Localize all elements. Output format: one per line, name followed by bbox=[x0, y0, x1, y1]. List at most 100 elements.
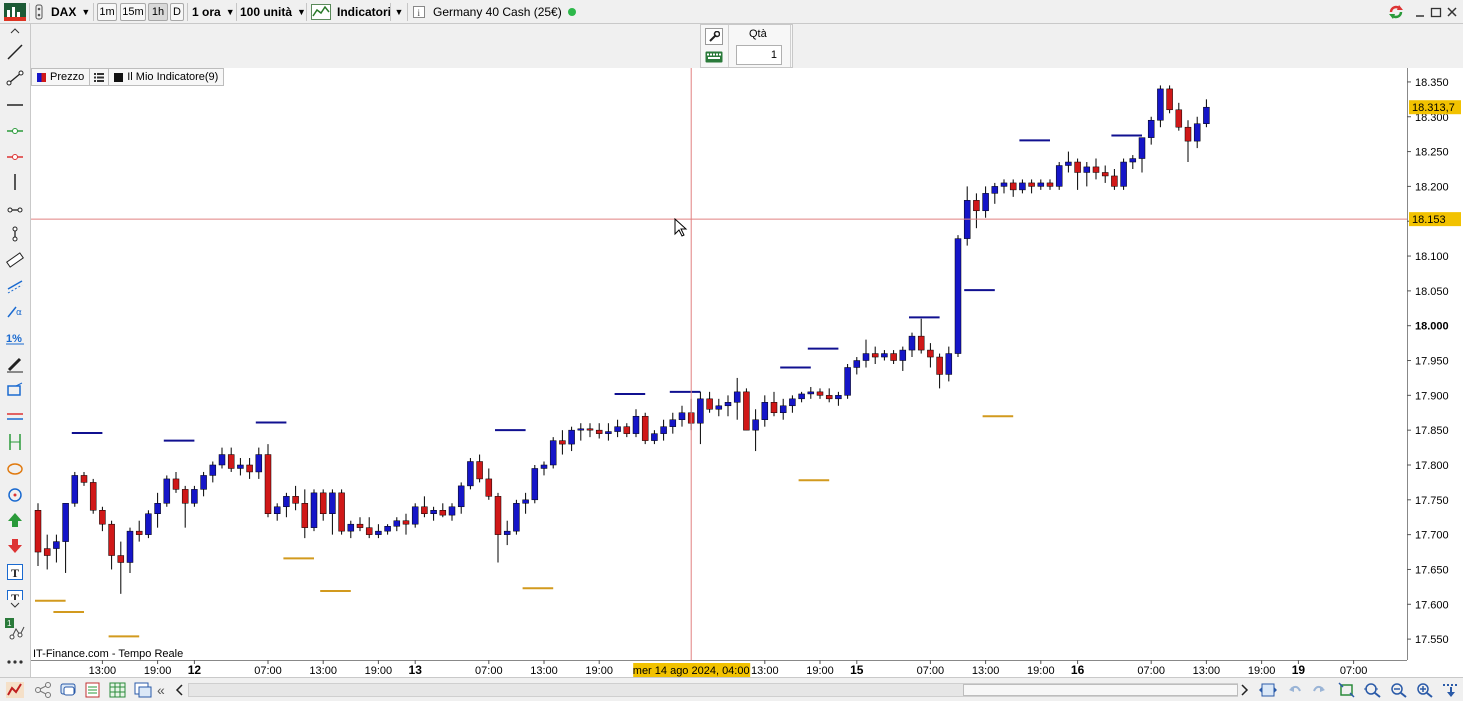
undo-icon[interactable] bbox=[1287, 682, 1303, 698]
units-select[interactable]: 100 unità ▼ bbox=[240, 3, 306, 21]
ellipse-tool-icon[interactable] bbox=[4, 458, 26, 478]
fit-chart-icon[interactable] bbox=[1338, 682, 1355, 698]
scroll-right-icon[interactable] bbox=[1238, 682, 1254, 698]
x-tick-label: 13:00 bbox=[1193, 665, 1221, 677]
ruler-tool-icon[interactable] bbox=[4, 250, 26, 270]
horizontal-scrollbar[interactable] bbox=[188, 683, 1238, 697]
line-chart-type-icon[interactable] bbox=[6, 682, 24, 698]
vertical-line-tool-icon[interactable] bbox=[4, 172, 26, 192]
candle-body bbox=[835, 395, 842, 400]
y-tick-label: 18.250 bbox=[1415, 147, 1449, 159]
timeframe-1h-button[interactable]: 1h bbox=[148, 3, 168, 21]
candle-body bbox=[1055, 165, 1063, 187]
chart-svg[interactable]: 17.550 17.600 17.650 17.700 17.750 17.800 17.8… bbox=[31, 68, 1463, 677]
arrow-up-tool-icon[interactable] bbox=[4, 510, 26, 530]
scroll-up-icon[interactable] bbox=[4, 26, 26, 36]
trendline-tool-icon[interactable] bbox=[4, 42, 26, 62]
indicators-icon bbox=[311, 4, 331, 20]
minimize-icon[interactable] bbox=[1412, 3, 1428, 21]
chat-icon[interactable] bbox=[60, 682, 76, 698]
date-range-tool-icon[interactable] bbox=[4, 432, 26, 452]
candle-body bbox=[62, 503, 69, 542]
bearish-candle bbox=[117, 541, 125, 594]
horizontal-line-tool-icon[interactable] bbox=[4, 94, 26, 114]
instrument-info[interactable]: i Germany 40 Cash (25€) bbox=[413, 3, 576, 21]
table-icon[interactable] bbox=[109, 682, 126, 698]
interval-select[interactable]: 1 ora ▼ bbox=[192, 3, 235, 21]
wrench-icon[interactable] bbox=[705, 28, 723, 45]
candle-body bbox=[347, 523, 355, 532]
price-range-tool-icon[interactable] bbox=[4, 406, 26, 426]
watchlist-icon[interactable] bbox=[33, 3, 45, 21]
calendar-range-icon[interactable] bbox=[1258, 682, 1277, 698]
candle-body bbox=[218, 454, 226, 466]
percent-tool-icon[interactable]: 1% bbox=[4, 328, 26, 348]
arrow-down-tool-icon[interactable] bbox=[4, 536, 26, 556]
timeframe-1m-button[interactable]: 1m bbox=[97, 3, 117, 21]
price-chart[interactable]: 17.550 17.600 17.650 17.700 17.750 17.800 17.8… bbox=[31, 68, 1463, 677]
vertical-segment-tool-icon[interactable] bbox=[4, 224, 26, 244]
ray-tool-icon[interactable] bbox=[4, 198, 26, 218]
last-price-badge: 18.313,7 bbox=[1412, 102, 1455, 114]
scrollbar-thumb[interactable] bbox=[963, 684, 1238, 696]
symbol-selector[interactable]: DAX ▼ bbox=[51, 3, 90, 21]
fibonacci-tool-icon[interactable]: α bbox=[4, 302, 26, 322]
candle-body bbox=[706, 398, 713, 410]
candle-body bbox=[375, 530, 382, 535]
rectangle-tool-icon[interactable] bbox=[4, 380, 26, 400]
indicators-dropdown[interactable]: ▼ bbox=[393, 3, 405, 21]
circle-tool-icon[interactable] bbox=[4, 484, 26, 504]
timeframe-d-button[interactable]: D bbox=[170, 3, 184, 21]
bearish-candle bbox=[706, 391, 713, 413]
window-layout-icon[interactable] bbox=[134, 682, 152, 698]
keyboard-icon[interactable] bbox=[705, 49, 723, 65]
x-tick-label: 07:00 bbox=[1340, 665, 1368, 677]
candle-body bbox=[1157, 88, 1164, 121]
qty-input[interactable] bbox=[736, 45, 782, 65]
zoom-area-icon[interactable] bbox=[1364, 682, 1381, 698]
candle-body bbox=[890, 353, 897, 361]
x-tick-label: 19:00 bbox=[365, 665, 393, 677]
scroll-down-icon[interactable] bbox=[4, 600, 26, 610]
close-icon[interactable] bbox=[1444, 3, 1460, 21]
zoom-in-icon[interactable] bbox=[1416, 682, 1433, 698]
more-tools-icon[interactable] bbox=[4, 652, 26, 672]
candle-body bbox=[577, 428, 585, 431]
bullish-candle bbox=[632, 409, 640, 438]
candle-body bbox=[172, 478, 180, 490]
scroll-to-start-icon[interactable]: « bbox=[157, 682, 173, 698]
y-tick-label: 17.700 bbox=[1415, 530, 1449, 542]
text-note-tool-icon[interactable]: T bbox=[4, 586, 26, 600]
report-icon[interactable] bbox=[85, 682, 101, 698]
scroll-to-end-icon[interactable] bbox=[1442, 682, 1458, 698]
object-list-icon[interactable]: 1 bbox=[4, 616, 26, 642]
candle-body bbox=[724, 402, 732, 407]
bullish-candle bbox=[605, 423, 612, 441]
channel-tool-icon[interactable] bbox=[4, 276, 26, 296]
refresh-icon[interactable] bbox=[1385, 3, 1407, 21]
candle-body bbox=[1009, 182, 1017, 191]
share-icon[interactable] bbox=[34, 682, 51, 698]
maximize-icon[interactable] bbox=[1428, 3, 1444, 21]
sell-line-tool-icon[interactable] bbox=[4, 146, 26, 166]
bullish-candle bbox=[549, 437, 557, 469]
candle-body bbox=[917, 335, 925, 351]
candle-body bbox=[292, 496, 299, 504]
buy-line-tool-icon[interactable] bbox=[4, 120, 26, 140]
legend-list-icon[interactable] bbox=[90, 69, 110, 85]
redo-icon[interactable] bbox=[1311, 682, 1327, 698]
interval-label: 1 ora bbox=[192, 5, 221, 19]
legend-indicator[interactable]: Il Mio Indicatore(9) bbox=[109, 69, 223, 85]
zoom-out-icon[interactable] bbox=[1390, 682, 1407, 698]
candle-body bbox=[770, 402, 778, 414]
timeframe-15m-button[interactable]: 15m bbox=[120, 3, 146, 21]
indicators-button[interactable]: Indicatori bbox=[311, 3, 391, 21]
text-tool-icon[interactable]: T bbox=[4, 562, 26, 582]
bullish-candle bbox=[697, 391, 704, 445]
bullish-candle bbox=[154, 492, 161, 528]
segment-tool-icon[interactable] bbox=[4, 68, 26, 88]
bullish-candle bbox=[126, 527, 134, 573]
legend-price[interactable]: Prezzo bbox=[32, 69, 91, 85]
candle-body bbox=[457, 485, 465, 508]
pencil-tool-icon[interactable] bbox=[4, 354, 26, 374]
